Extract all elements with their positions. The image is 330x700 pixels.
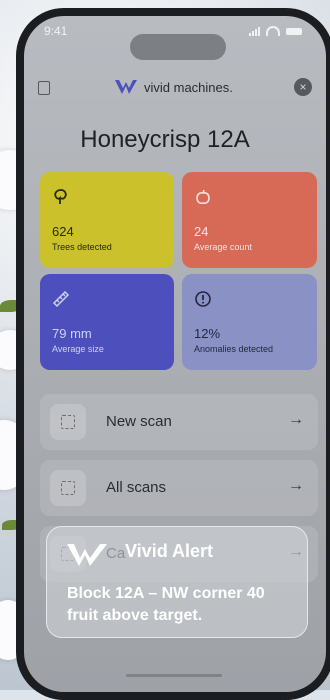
new-scan-button[interactable]: New scan →	[40, 394, 318, 450]
battery-icon	[286, 27, 302, 35]
ruler-icon	[52, 290, 70, 308]
stat-label: Average count	[194, 242, 252, 252]
stat-card-trees[interactable]: 624 Trees detected	[40, 172, 174, 268]
action-label: New scan	[106, 413, 172, 430]
vivid-logo-icon	[67, 544, 107, 566]
search-scan-icon	[50, 470, 86, 506]
apple-icon	[196, 189, 210, 205]
arrow-right-icon: →	[288, 411, 304, 428]
stat-card-anomalies[interactable]: 12% Anomalies detected	[182, 274, 317, 370]
stat-value: 624	[52, 224, 74, 239]
brand-name: vivid machines.	[144, 79, 233, 95]
stat-label: Anomalies detected	[194, 344, 274, 354]
notification-title: Vivid Alert	[125, 541, 214, 561]
tree-icon	[54, 189, 67, 204]
document-icon[interactable]	[38, 81, 50, 95]
scan-icon	[50, 404, 86, 440]
arrow-right-icon: →	[288, 477, 304, 494]
stat-value: 12%	[194, 326, 221, 341]
wifi-icon	[266, 26, 280, 36]
notification-body: Block 12A – NW corner 40 fruit above tar…	[67, 585, 265, 624]
dynamic-island	[130, 34, 226, 60]
signal-icon	[249, 26, 260, 36]
action-label: All scans	[106, 479, 167, 496]
brand-logo: vivid machines.	[114, 78, 233, 96]
home-indicator[interactable]	[126, 674, 222, 677]
stat-card-average-count[interactable]: 24 Average count	[182, 172, 317, 268]
status-time: 9:41	[44, 24, 68, 38]
stat-value: 24	[194, 224, 209, 239]
stat-label: Average size	[52, 344, 104, 354]
stat-card-average-size[interactable]: 79 mm Average size	[40, 274, 174, 370]
alert-circle-icon	[195, 291, 211, 307]
page-title: Honeycrisp 12A	[80, 126, 250, 153]
notification-banner[interactable]: Vivid Alert Block 12A – NW corner 40 fru…	[46, 526, 308, 638]
close-icon[interactable]: ×	[294, 78, 312, 96]
vivid-logo-icon	[115, 80, 137, 94]
stat-value: 79 mm	[52, 326, 92, 341]
all-scans-button[interactable]: All scans →	[40, 460, 318, 516]
app-header: vivid machines. ×	[38, 78, 316, 100]
stat-label: Trees detected	[52, 242, 112, 252]
